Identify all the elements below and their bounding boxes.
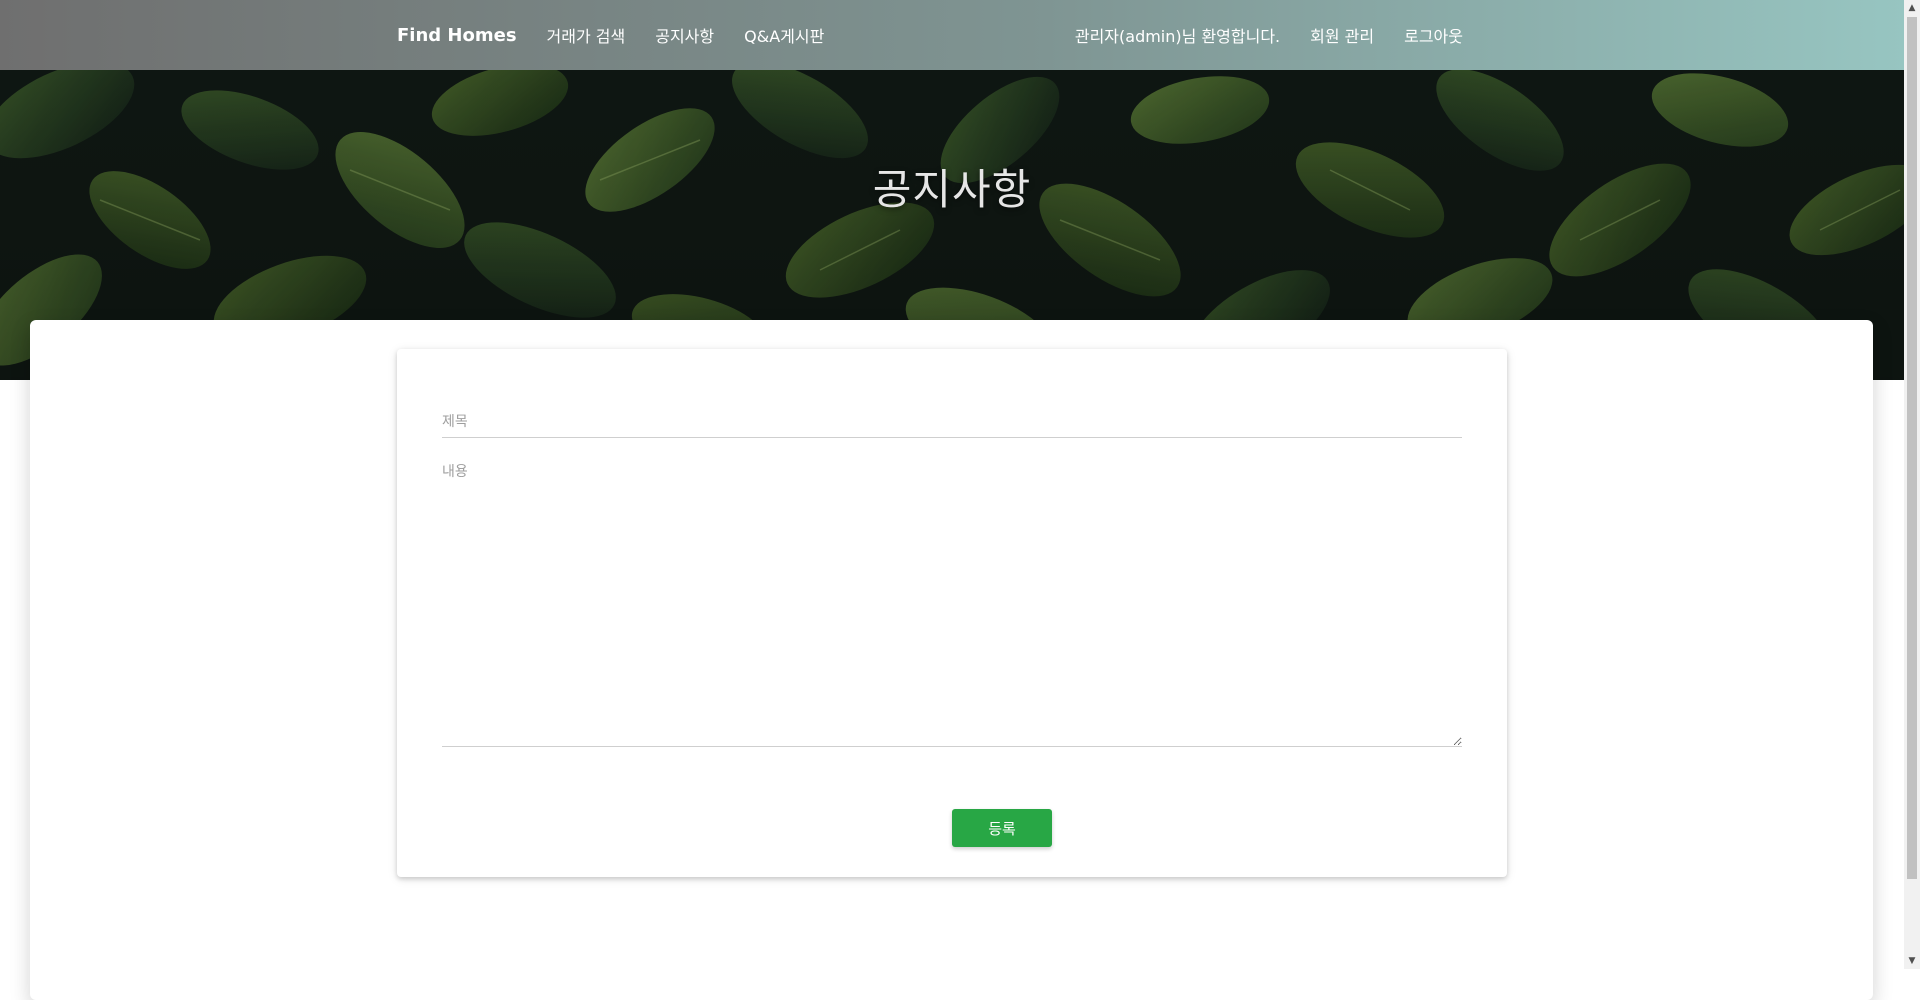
submit-button[interactable]: 등록 bbox=[952, 809, 1052, 847]
vertical-scrollbar[interactable]: ▲ ▼ bbox=[1904, 0, 1920, 969]
navbar-left: Find Homes 거래가 검색 공지사항 Q&A게시판 bbox=[397, 23, 854, 47]
navbar: Find Homes 거래가 검색 공지사항 Q&A게시판 관리자(admin)… bbox=[0, 0, 1904, 70]
title-input[interactable] bbox=[442, 406, 1462, 438]
welcome-message: 관리자(admin)님 환영합니다. bbox=[1074, 27, 1281, 46]
notice-write-form: 등록 bbox=[397, 349, 1507, 877]
page-title: 공지사항 bbox=[872, 165, 1032, 214]
nav-link-member-manage[interactable]: 회원 관리 bbox=[1310, 23, 1374, 47]
nav-link-qna[interactable]: Q&A게시판 bbox=[744, 23, 824, 47]
nav-link-logout[interactable]: 로그아웃 bbox=[1404, 23, 1463, 47]
navbar-right: 관리자(admin)님 환영합니다. 회원 관리 로그아웃 bbox=[1075, 23, 1463, 47]
navbar-inner: Find Homes 거래가 검색 공지사항 Q&A게시판 관리자(admin)… bbox=[397, 0, 1463, 70]
nav-link-notice[interactable]: 공지사항 bbox=[655, 23, 714, 47]
scroll-down-arrow-icon[interactable]: ▼ bbox=[1904, 953, 1920, 969]
content-textarea[interactable] bbox=[442, 461, 1462, 747]
brand-logo-link[interactable]: Find Homes bbox=[397, 25, 517, 46]
scroll-up-arrow-icon[interactable]: ▲ bbox=[1904, 0, 1920, 16]
nav-link-price-search[interactable]: 거래가 검색 bbox=[547, 23, 626, 47]
scrollbar-thumb[interactable] bbox=[1907, 17, 1917, 879]
